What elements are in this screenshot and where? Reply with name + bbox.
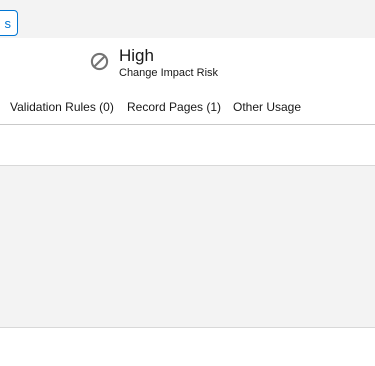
usage-tabs: Validation Rules (0) Record Pages (1) Ot… [0,92,375,125]
risk-label: Change Impact Risk [119,67,219,79]
tab-other-usage[interactable]: Other Usage [233,100,301,114]
risk-text: High Change Impact Risk [119,46,218,80]
top-bar: s [0,0,375,38]
content-panel [0,166,375,328]
tab-record-pages[interactable]: Record Pages (1) [127,100,221,114]
header-button[interactable]: s [0,10,18,36]
change-impact-risk: High Change Impact Risk [90,46,218,80]
risk-level: High [119,46,154,65]
tab-validation-rules[interactable]: Validation Rules (0) [10,100,114,114]
prohibited-icon [90,52,109,71]
